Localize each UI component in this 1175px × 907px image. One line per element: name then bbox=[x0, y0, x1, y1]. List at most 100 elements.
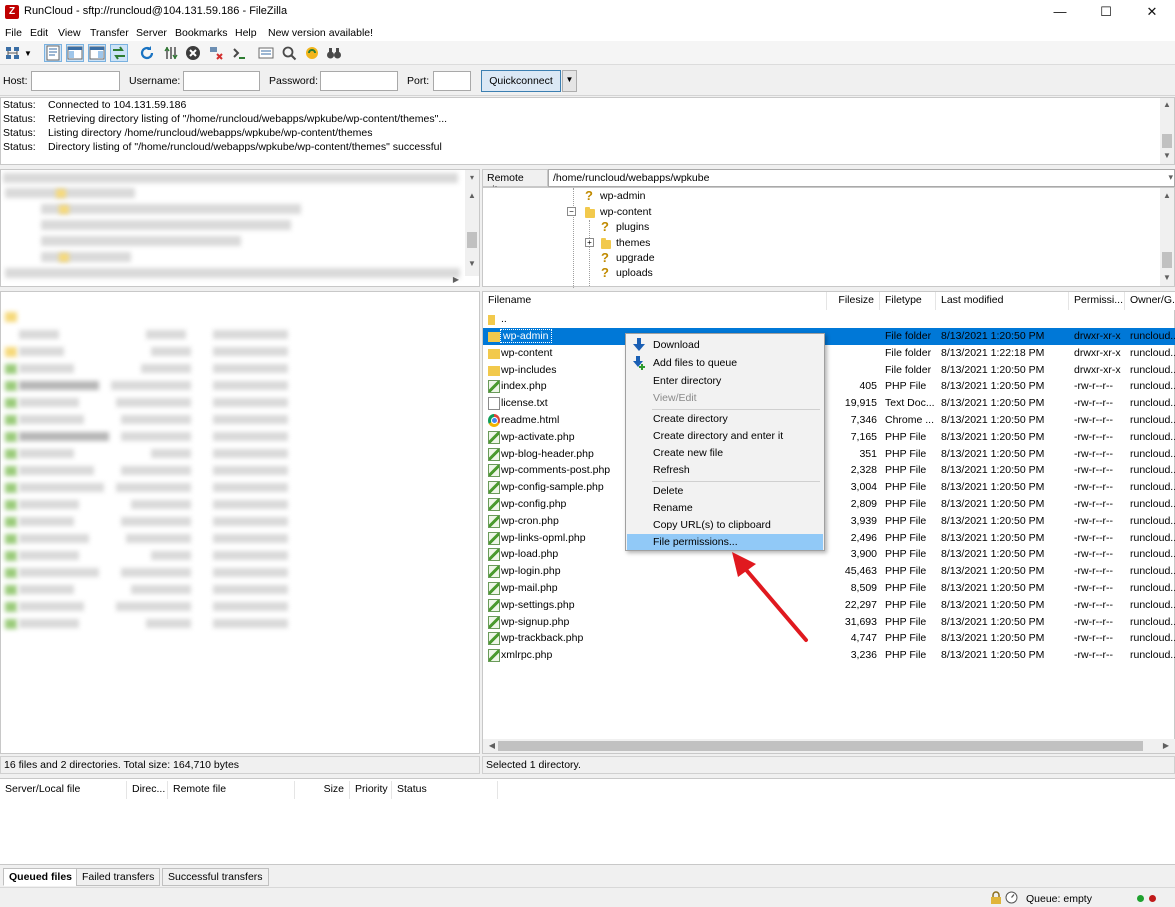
menu-item-rename[interactable]: Rename bbox=[627, 500, 823, 516]
menu-new-version[interactable]: New version available! bbox=[268, 27, 373, 39]
table-row[interactable]: readme.html 7,346 Chrome ... 8/13/2021 1:20… bbox=[483, 412, 1175, 429]
minimize-button[interactable]: — bbox=[1037, 0, 1083, 25]
table-row[interactable]: xmlrpc.php 3,236 PHP File 8/13/2021 1:20:50… bbox=[483, 647, 1175, 664]
remote-site-path-input[interactable]: /home/runcloud/webapps/wpkube bbox=[548, 169, 1175, 187]
tab-queued-files[interactable]: Queued files bbox=[3, 868, 79, 886]
menu-help[interactable]: Help bbox=[235, 27, 257, 39]
menu-edit[interactable]: Edit bbox=[30, 27, 48, 39]
remote-tree-pane[interactable]: ? wp-admin − wp-content ? plugins + them… bbox=[482, 187, 1175, 288]
scroll-down-icon[interactable]: ▼ bbox=[465, 258, 479, 270]
chevron-down-icon[interactable]: ▾ bbox=[465, 172, 479, 184]
column-owner-group[interactable]: Owner/G... bbox=[1125, 292, 1175, 310]
close-button[interactable]: ✕ bbox=[1129, 0, 1175, 25]
tab-failed-transfers[interactable]: Failed transfers bbox=[76, 868, 161, 886]
toggle-remote-tree-icon[interactable] bbox=[88, 44, 106, 62]
search-remote-files-icon[interactable] bbox=[325, 44, 343, 62]
table-row[interactable]: wp-admin File folder 8/13/2021 1:20:50 PM d… bbox=[483, 328, 1175, 345]
process-queue-icon[interactable] bbox=[162, 44, 180, 62]
queue-column-status[interactable]: Status bbox=[392, 781, 498, 799]
maximize-button[interactable]: ☐ bbox=[1083, 0, 1129, 25]
toggle-log-icon[interactable] bbox=[44, 44, 62, 62]
local-tree-scrollbar[interactable]: ▾ ▲ ▼ bbox=[465, 170, 479, 276]
menu-item-create-directory-and-enter[interactable]: Create directory and enter it bbox=[627, 428, 823, 444]
column-filesize[interactable]: Filesize bbox=[827, 292, 880, 310]
tab-successful-transfers[interactable]: Successful transfers bbox=[162, 868, 269, 886]
menu-server[interactable]: Server bbox=[136, 27, 167, 39]
column-permissions[interactable]: Permissi... bbox=[1069, 292, 1125, 310]
local-file-list[interactable] bbox=[0, 291, 480, 754]
column-filename[interactable]: Filename bbox=[483, 292, 827, 310]
cancel-operation-icon[interactable] bbox=[184, 44, 202, 62]
scroll-right-icon[interactable]: ▶ bbox=[1159, 740, 1173, 752]
queue-column-direction[interactable]: Direc... bbox=[127, 781, 168, 799]
table-row[interactable]: wp-activate.php 7,165 PHP File 8/13/2021 1:… bbox=[483, 429, 1175, 446]
menu-bookmarks[interactable]: Bookmarks bbox=[175, 27, 228, 39]
menu-item-delete[interactable]: Delete bbox=[627, 483, 823, 499]
toggle-queue-icon[interactable] bbox=[110, 44, 128, 62]
toggle-comparison-icon[interactable] bbox=[280, 44, 298, 62]
chevron-down-icon[interactable]: ▾ bbox=[1168, 172, 1173, 183]
menu-item-download[interactable]: Download bbox=[627, 337, 823, 353]
collapse-icon[interactable]: − bbox=[567, 207, 576, 216]
scroll-up-icon[interactable]: ▲ bbox=[1160, 190, 1174, 202]
table-row-parent-dir[interactable]: .. bbox=[483, 311, 1175, 328]
remote-tree-scroll-thumb[interactable] bbox=[1162, 252, 1172, 268]
queue-column-size[interactable]: Size bbox=[295, 781, 350, 799]
table-row[interactable]: wp-includes File folder 8/13/2021 1:20:50 … bbox=[483, 362, 1175, 379]
quickconnect-dropdown-icon[interactable]: ▼ bbox=[562, 70, 577, 92]
table-row[interactable]: wp-signup.php 31,693 PHP File 8/13/2021 1:2… bbox=[483, 614, 1175, 631]
refresh-icon[interactable] bbox=[138, 44, 156, 62]
queue-column-priority[interactable]: Priority bbox=[350, 781, 392, 799]
table-row[interactable]: wp-trackback.php 4,747 PHP File 8/13/2021 1… bbox=[483, 630, 1175, 647]
table-row[interactable]: wp-login.php 45,463 PHP File 8/13/2021 1:20… bbox=[483, 563, 1175, 580]
username-input[interactable] bbox=[183, 71, 260, 91]
scroll-right-icon[interactable]: ▶ bbox=[449, 274, 463, 286]
menu-item-create-new-file[interactable]: Create new file bbox=[627, 445, 823, 461]
table-row[interactable]: wp-mail.php 8,509 PHP File 8/13/2021 1:20:5… bbox=[483, 580, 1175, 597]
table-row[interactable]: wp-config.php 2,809 PHP File 8/13/2021 1:20… bbox=[483, 496, 1175, 513]
site-manager-dropdown-icon[interactable]: ▼ bbox=[22, 44, 34, 62]
table-row[interactable]: wp-load.php 3,900 PHP File 8/13/2021 1:20:5… bbox=[483, 546, 1175, 563]
table-row[interactable]: index.php 405 PHP File 8/13/2021 1:20:50 PM… bbox=[483, 378, 1175, 395]
expand-icon[interactable]: + bbox=[585, 238, 594, 247]
scroll-up-icon[interactable]: ▲ bbox=[1160, 99, 1174, 111]
queue-column-server-local-file[interactable]: Server/Local file bbox=[0, 781, 127, 799]
transfer-queue[interactable]: Server/Local file Direc... Remote file S… bbox=[0, 778, 1175, 864]
scroll-down-icon[interactable]: ▼ bbox=[1160, 272, 1174, 284]
remote-list-h-scrollbar[interactable]: ◀ ▶ bbox=[483, 739, 1175, 753]
menu-item-copy-urls[interactable]: Copy URL(s) to clipboard bbox=[627, 517, 823, 533]
log-scroll-thumb[interactable] bbox=[1162, 134, 1172, 148]
local-tree-pane[interactable]: ▾ ▲ ▼ ▶ bbox=[0, 169, 480, 287]
scroll-up-icon[interactable]: ▲ bbox=[465, 190, 479, 202]
column-last-modified[interactable]: Last modified bbox=[936, 292, 1069, 310]
local-tree-scroll-thumb[interactable] bbox=[467, 232, 477, 248]
speed-limit-icon[interactable] bbox=[1005, 891, 1018, 904]
queue-column-remote-file[interactable]: Remote file bbox=[168, 781, 295, 799]
menu-file[interactable]: File bbox=[5, 27, 22, 39]
menu-item-refresh[interactable]: Refresh bbox=[627, 462, 823, 478]
table-row[interactable]: wp-content File folder 8/13/2021 1:22:18 P… bbox=[483, 345, 1175, 362]
column-filetype[interactable]: Filetype bbox=[880, 292, 936, 310]
table-row[interactable]: wp-settings.php 22,297 PHP File 8/13/2021 1… bbox=[483, 597, 1175, 614]
password-input[interactable] bbox=[320, 71, 398, 91]
table-row[interactable]: wp-links-opml.php 2,496 PHP File 8/13/2021 … bbox=[483, 530, 1175, 547]
table-row[interactable]: wp-blog-header.php 351 PHP File 8/13/2021 1… bbox=[483, 446, 1175, 463]
scroll-left-icon[interactable]: ◀ bbox=[485, 740, 499, 752]
log-scrollbar[interactable]: ▲ ▼ bbox=[1160, 98, 1174, 164]
reconnect-icon[interactable] bbox=[230, 44, 248, 62]
directory-filter-icon[interactable] bbox=[257, 44, 275, 62]
table-row[interactable]: wp-comments-post.php 2,328 PHP File 8/13/20… bbox=[483, 462, 1175, 479]
table-row[interactable]: wp-config-sample.php 3,004 PHP File 8/13/20… bbox=[483, 479, 1175, 496]
menu-item-create-directory[interactable]: Create directory bbox=[627, 411, 823, 427]
sync-browsing-icon[interactable] bbox=[303, 44, 321, 62]
remote-tree-scrollbar[interactable]: ▲ ▼ bbox=[1160, 188, 1174, 286]
table-row[interactable]: license.txt 19,915 Text Doc... 8/13/2021 1:… bbox=[483, 395, 1175, 412]
remote-list-h-scroll-thumb[interactable] bbox=[498, 741, 1143, 751]
quickconnect-button[interactable]: Quickconnect bbox=[481, 70, 561, 92]
menu-transfer[interactable]: Transfer bbox=[90, 27, 129, 39]
host-input[interactable] bbox=[31, 71, 120, 91]
menu-item-enter-directory[interactable]: Enter directory bbox=[627, 373, 823, 389]
toggle-local-tree-icon[interactable] bbox=[66, 44, 84, 62]
port-input[interactable] bbox=[433, 71, 471, 91]
scroll-down-icon[interactable]: ▼ bbox=[1160, 150, 1174, 162]
